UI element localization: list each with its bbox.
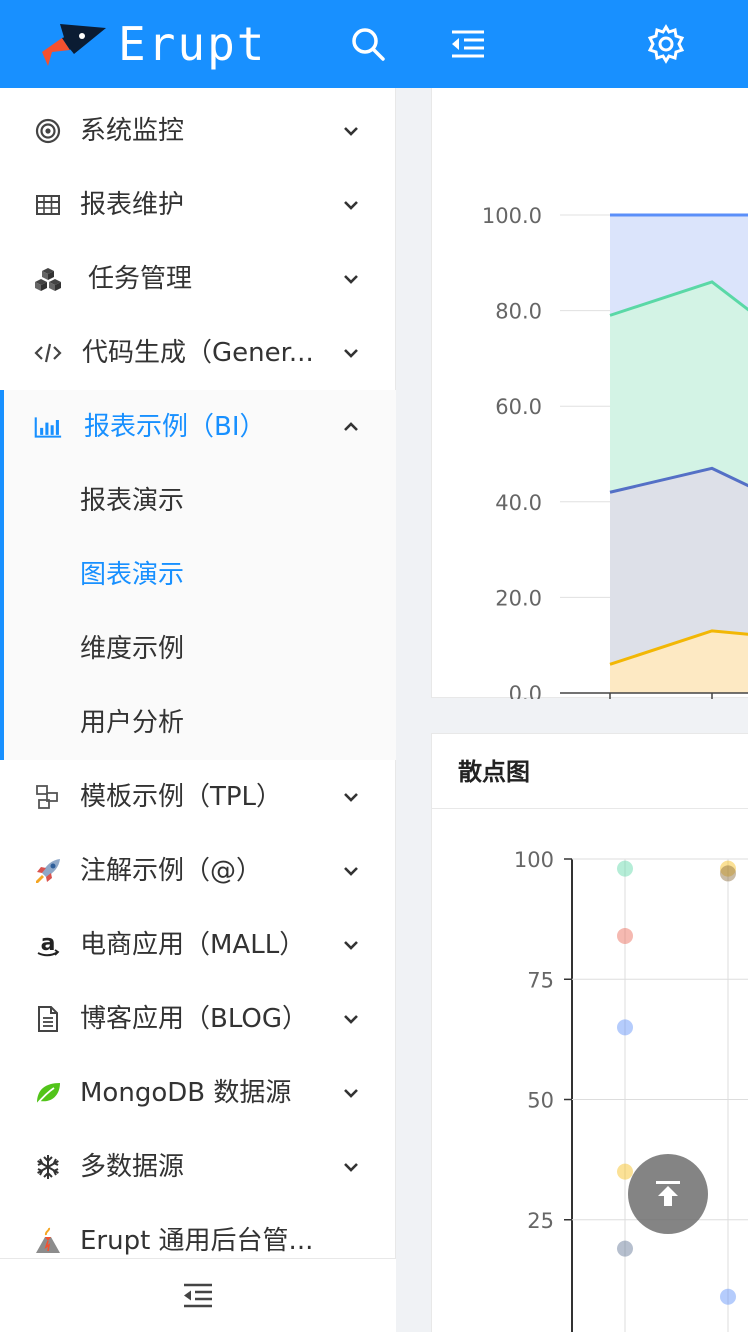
sidebar-item-label: 电商应用（MALL） (80, 930, 306, 960)
rocket-icon (36, 859, 60, 883)
code-icon (34, 343, 62, 363)
submenu-item-chart-demo[interactable]: 图表演示 (0, 538, 396, 612)
submenu-item-report-demo[interactable]: 报表演示 (0, 464, 396, 538)
area-chart-card: 0.020.040.060.080.0100.0JavaErupt (431, 88, 748, 738)
chevron-down-icon (344, 349, 358, 358)
back-to-top-button[interactable] (628, 1154, 708, 1234)
sidebar-item-label: 模板示例（TPL） (80, 782, 283, 812)
svg-text:a: a (41, 931, 56, 956)
y-tick-label: 100.0 (482, 204, 542, 228)
stacked-area-chart: 0.020.040.060.080.0100.0JavaErupt (482, 204, 748, 738)
cubes-icon (35, 268, 61, 291)
bar-chart-icon (34, 417, 62, 438)
volcano-icon (36, 1227, 60, 1253)
scatter-point (720, 1288, 736, 1305)
leaf-icon (36, 1083, 60, 1105)
sidebar-item-mongodb-datasource[interactable]: MongoDB 数据源 (0, 1056, 396, 1130)
chevron-down-icon (344, 275, 358, 284)
target-icon (35, 118, 61, 144)
sidebar-item-label: 多数据源 (80, 1152, 185, 1182)
table-icon (36, 195, 60, 215)
y-tick-label: 80.0 (495, 300, 542, 324)
sidebar-item-label: 代码生成（Gener... (82, 338, 314, 368)
sidebar-item-system-monitor[interactable]: 系统监控 (0, 94, 396, 168)
main-content: 0.020.040.060.080.0100.0JavaErupt 散点图 25… (397, 88, 748, 1332)
sidebar-item-label: 任务管理 (88, 264, 193, 294)
chevron-down-icon (344, 127, 358, 136)
submenu-item-dimension-example[interactable]: 维度示例 (0, 612, 396, 686)
chevron-up-icon (344, 422, 358, 431)
sidebar-item-code-generator[interactable]: 代码生成（Gener... (0, 316, 396, 390)
brand-title: Erupt (118, 17, 267, 71)
scatter-chart: 25 50 75 100 (514, 848, 748, 1332)
sidebar-collapse-bar[interactable] (0, 1258, 396, 1332)
sidebar-item-report-maintenance[interactable]: 报表维护 (0, 168, 396, 242)
sidebar-item-label: 报表维护 (80, 190, 185, 220)
chevron-down-icon (344, 793, 358, 802)
sidebar-item-multi-datasource[interactable]: 多数据源 (0, 1130, 396, 1204)
sidebar-menu: 系统监控 报表维护 任务管理 代码生成（Gener... 报表示例（BI） 报表… (0, 88, 396, 1332)
scatter-point (617, 927, 633, 944)
scatter-point (617, 1019, 633, 1036)
chevron-down-icon (344, 941, 358, 950)
submenu-item-label: 报表演示 (80, 486, 185, 516)
menu-fold-icon[interactable] (182, 1281, 214, 1311)
chevron-down-icon (344, 1163, 358, 1172)
card-title: 散点图 (458, 758, 530, 786)
menu-fold-icon[interactable] (448, 24, 488, 64)
settings-icon[interactable] (646, 24, 686, 64)
sidebar-item-annotation-examples[interactable]: 注解示例（@） (0, 834, 396, 908)
erupt-logo[interactable] (40, 22, 108, 68)
area-band (610, 281, 748, 493)
chevron-down-icon (344, 1089, 358, 1098)
card-header: 散点图 (432, 734, 748, 809)
blocks-icon (36, 785, 58, 809)
amazon-icon: a (37, 931, 60, 957)
top-header: Erupt (0, 0, 748, 88)
sidebar-item-template-examples[interactable]: 模板示例（TPL） (0, 760, 396, 834)
arrow-up-icon (656, 1181, 680, 1206)
sidebar-item-label: 系统监控 (80, 116, 185, 146)
y-tick-label: 50 (527, 1089, 554, 1113)
chevron-down-icon (344, 1015, 358, 1024)
sidebar-item-label: 报表示例（BI） (84, 412, 266, 442)
y-tick-label: 75 (527, 968, 554, 992)
submenu-item-label: 维度示例 (80, 634, 185, 664)
sidebar-item-label: 博客应用（BLOG） (80, 1004, 309, 1034)
chevron-down-icon (344, 867, 358, 876)
scatter-chart-card: 散点图 25 50 75 100 (431, 733, 748, 1332)
scatter-point (617, 860, 633, 877)
y-tick-label: 60.0 (495, 395, 542, 419)
submenu-item-user-analysis[interactable]: 用户分析 (0, 686, 396, 760)
y-tick-label: 25 (527, 1209, 554, 1233)
scatter-point (720, 865, 736, 882)
y-tick-label: 0.0 (509, 682, 542, 699)
scatter-point (617, 1240, 633, 1257)
sidebar-item-report-examples[interactable]: 报表示例（BI） (0, 390, 396, 464)
sidebar-item-label: MongoDB 数据源 (80, 1078, 292, 1108)
search-icon[interactable] (348, 24, 388, 64)
sidebar-item-task-management[interactable]: 任务管理 (0, 242, 396, 316)
y-tick-label: 20.0 (495, 586, 542, 610)
submenu-item-label: 用户分析 (80, 708, 185, 738)
sidebar-item-blog-app[interactable]: 博客应用（BLOG） (0, 982, 396, 1056)
snowflake-icon (37, 1155, 59, 1179)
chevron-down-icon (344, 201, 358, 210)
document-icon (38, 1006, 58, 1032)
sidebar-item-mall-app[interactable]: a 电商应用（MALL） (0, 908, 396, 982)
sidebar-item-label: 注解示例（@） (80, 856, 263, 886)
submenu-item-label: 图表演示 (80, 560, 185, 590)
y-tick-label: 40.0 (495, 491, 542, 515)
y-tick-label: 100 (514, 848, 554, 872)
